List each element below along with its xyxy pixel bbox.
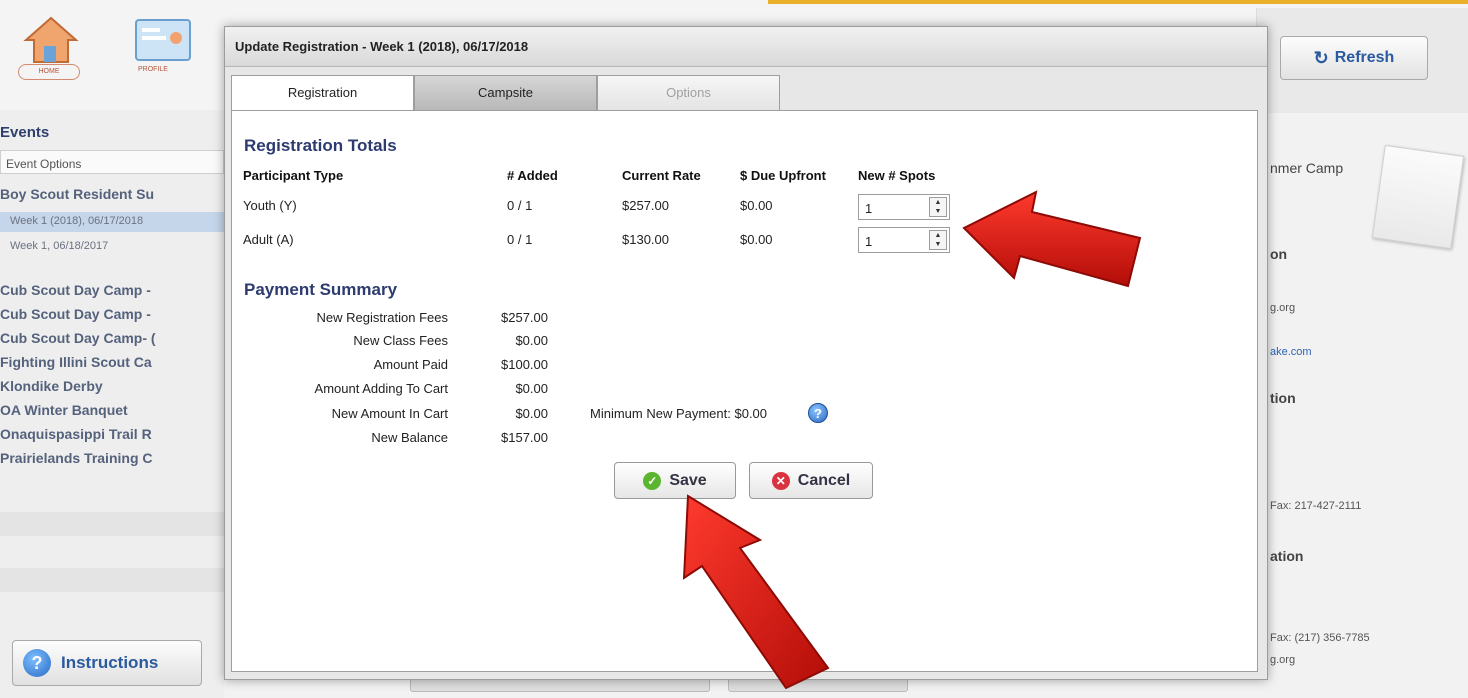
row-adult-added: 0 / 1: [507, 232, 533, 247]
row-youth-added: 0 / 1: [507, 198, 533, 213]
summary-value: $0.00: [515, 406, 548, 421]
empty-row: [0, 512, 224, 536]
event-item[interactable]: Cub Scout Day Camp- (: [0, 330, 224, 346]
col-participant-type: Participant Type: [243, 168, 344, 183]
tab-campsite[interactable]: Campsite: [414, 75, 597, 111]
stepper-arrows-icon[interactable]: ▲ ▼: [929, 197, 947, 217]
event-options-dropdown[interactable]: Event Options: [0, 150, 224, 174]
annotation-arrow-right: [962, 190, 1142, 288]
dialog-title: Update Registration - Week 1 (2018), 06/…: [225, 27, 1267, 67]
help-icon[interactable]: ?: [808, 403, 828, 423]
instructions-button[interactable]: ? Instructions: [12, 640, 202, 686]
summary-label: New Amount In Cart: [331, 406, 448, 421]
event-item[interactable]: Prairielands Training C: [0, 450, 224, 466]
row-adult-due: $0.00: [740, 232, 773, 247]
tab-registration[interactable]: Registration: [231, 75, 414, 111]
summary-value: $100.00: [501, 357, 548, 372]
accent-stripe: [768, 0, 1468, 4]
row-youth-type: Youth (Y): [243, 198, 297, 213]
minimum-payment-text: Minimum New Payment: $0.00: [590, 406, 768, 421]
summary-value: $257.00: [501, 310, 548, 325]
event-item[interactable]: Klondike Derby: [0, 378, 224, 394]
summary-label: Amount Paid: [373, 357, 448, 372]
dialog-tabs: Registration Campsite Options: [231, 75, 780, 111]
stepper-arrows-icon[interactable]: ▲ ▼: [929, 230, 947, 250]
fax-text: Fax: (217) 356-7785: [1270, 632, 1370, 644]
summary-value: $157.00: [501, 430, 548, 445]
camp-badge-image: [1371, 144, 1465, 250]
event-item[interactable]: OA Winter Banquet: [0, 402, 224, 418]
refresh-button[interactable]: ↻ Refresh: [1280, 36, 1428, 80]
col-due-upfront: $ Due Upfront: [740, 168, 826, 183]
events-title: Events: [0, 124, 50, 141]
summary-value: $0.00: [515, 333, 548, 348]
event-subitem[interactable]: Week 1, 06/18/2017: [0, 240, 224, 252]
website-link[interactable]: ake.com: [1270, 346, 1312, 358]
email-text: g.org: [1270, 302, 1296, 314]
col-current-rate: Current Rate: [622, 168, 701, 183]
event-item[interactable]: Onaquispasippi Trail R: [0, 426, 224, 442]
annotation-arrow-up: [682, 494, 830, 690]
summary-label: Amount Adding To Cart: [314, 381, 448, 396]
registration-totals-heading: Registration Totals: [244, 136, 397, 155]
row-adult-type: Adult (A): [243, 232, 294, 247]
adult-spots-value: 1: [865, 234, 873, 249]
event-item[interactable]: Fighting Illini Scout Ca: [0, 354, 224, 370]
home-nav-label[interactable]: HOME: [18, 64, 80, 80]
row-adult-rate: $130.00: [622, 232, 669, 247]
camp-title-text: nmer Camp: [1270, 160, 1344, 176]
close-icon: ✕: [771, 471, 790, 490]
tab-options: Options: [597, 75, 780, 111]
event-item[interactable]: Cub Scout Day Camp -: [0, 282, 224, 298]
event-subitem-selected[interactable]: Week 1 (2018), 06/17/2018: [0, 212, 224, 232]
section-heading: ation: [1270, 548, 1304, 564]
check-icon: ✓: [643, 471, 662, 490]
col-added: # Added: [507, 168, 558, 183]
empty-row: [0, 568, 224, 592]
cancel-label: Cancel: [797, 471, 851, 489]
col-new-spots: New # Spots: [858, 168, 936, 183]
summary-value: $0.00: [515, 381, 548, 396]
row-youth-due: $0.00: [740, 198, 773, 213]
fax-text: Fax: 217-427-2111: [1270, 500, 1362, 512]
instructions-label: Instructions: [61, 653, 159, 672]
event-item[interactable]: Boy Scout Resident Su: [0, 186, 224, 202]
email-text: g.org: [1270, 654, 1296, 666]
summary-label: New Registration Fees: [316, 310, 449, 325]
adult-spots-stepper[interactable]: 1 ▲ ▼: [858, 227, 950, 253]
refresh-icon: ↻: [1313, 47, 1329, 68]
row-youth-rate: $257.00: [622, 198, 669, 213]
summary-label: New Class Fees: [353, 333, 448, 348]
youth-spots-stepper[interactable]: 1 ▲ ▼: [858, 194, 950, 220]
save-label: Save: [669, 471, 707, 489]
section-heading: tion: [1270, 390, 1296, 406]
youth-spots-value: 1: [865, 201, 873, 216]
section-heading: on: [1270, 246, 1288, 262]
refresh-label: Refresh: [1334, 49, 1395, 66]
event-item[interactable]: Cub Scout Day Camp -: [0, 306, 224, 322]
payment-summary-heading: Payment Summary: [244, 280, 398, 299]
profile-icon[interactable]: [132, 14, 194, 72]
profile-nav-label[interactable]: PROFILE: [138, 66, 168, 73]
question-icon: ?: [23, 649, 51, 677]
summary-label: New Balance: [371, 430, 448, 445]
